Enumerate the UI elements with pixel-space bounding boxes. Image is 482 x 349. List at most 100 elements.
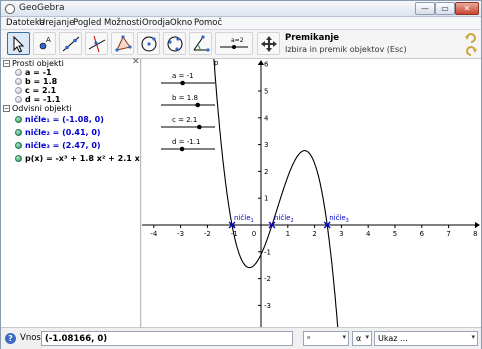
visibility-dot-icon[interactable]: [15, 96, 22, 103]
graphics-canvas[interactable]: -4-3-2-1012345678654321-1-2-3-4-5a = -1b…: [142, 43, 481, 347]
dependent-objects-header: Odvisni objekti: [12, 104, 72, 113]
x-tick-label: 8: [473, 230, 477, 238]
cursor-arrow-icon: [13, 35, 25, 53]
undo-icon[interactable]: [465, 32, 477, 43]
geogebra-window: GeoGebra — ▭ ✕ Datoteka Urejanje Pogled …: [0, 0, 482, 349]
visibility-dot-icon[interactable]: [15, 87, 22, 94]
move-graphics-icon: [261, 36, 277, 52]
free-objects-group[interactable]: − Prosti objekti: [3, 59, 64, 68]
x-tick-label: 5: [393, 230, 397, 238]
x-tick-label: 3: [339, 230, 343, 238]
algebra-item-nicle2[interactable]: ničle₂ = (0.41, 0): [15, 128, 101, 137]
y-tick-label: -3: [264, 302, 271, 310]
slider-knob[interactable]: [179, 146, 185, 152]
line-tool-button[interactable]: [59, 32, 82, 55]
x-tick-label: -2: [204, 230, 211, 238]
algebra-view: ✕ − Prosti objekti a = -1 b = 1.8 c = 2.1…: [1, 57, 163, 327]
slider-knob[interactable]: [195, 102, 201, 108]
toolbar: A a=2 Premikanje Izbira in premik objekt…: [1, 30, 481, 59]
free-objects-header: Prosti objekti: [12, 59, 64, 68]
close-button[interactable]: ✕: [455, 2, 479, 15]
circle-icon: [141, 36, 157, 52]
y-tick-label: 4: [264, 114, 269, 122]
algebra-item-a[interactable]: a = -1: [15, 68, 52, 77]
root-label-subscript: 1: [251, 218, 254, 224]
symbol-dropdown[interactable]: ᵃ ▾: [303, 331, 349, 346]
algebra-item-c[interactable]: c = 2.1: [15, 86, 56, 95]
y-tick-label: 3: [264, 141, 268, 149]
algebra-item-d[interactable]: d = -1.1: [15, 95, 61, 104]
algebra-item-nicle1[interactable]: ničle₁ = (-1.08, 0): [15, 115, 104, 124]
svg-text:A: A: [46, 36, 51, 44]
y-tick-label: 6: [264, 61, 269, 69]
visibility-dot-icon[interactable]: [15, 78, 22, 85]
command-dropdown[interactable]: Ukaz ... ▾: [374, 331, 478, 346]
menu-orodja[interactable]: Orodja: [142, 18, 170, 28]
slider-knob[interactable]: [180, 80, 185, 86]
y-tick-label: 1: [264, 195, 268, 203]
redo-icon[interactable]: [465, 45, 477, 56]
x-tick-label: 4: [366, 230, 371, 238]
maximize-button[interactable]: ▭: [435, 2, 455, 15]
menu-bar: Datoteka Urejanje Pogled Možnosti Orodja…: [1, 17, 481, 30]
x-tick-label: 0: [252, 230, 256, 238]
slider-tool-button[interactable]: a=2: [215, 32, 253, 55]
visibility-dot-icon[interactable]: [15, 69, 22, 76]
algebra-item-b[interactable]: b = 1.8: [15, 77, 57, 86]
menu-pogled[interactable]: Pogled: [73, 18, 101, 28]
algebra-item-nicle3[interactable]: ničle₃ = (2.47, 0): [15, 141, 101, 150]
algebra-item-function-p[interactable]: p(x) = -x³ + 1.8 x² + 2.1 x - 1.1: [15, 154, 163, 163]
graphics-view[interactable]: -4-3-2-1012345678654321-1-2-3-4-5a = -1b…: [142, 43, 481, 347]
menu-pomoc[interactable]: Pomoč: [194, 18, 222, 28]
point-icon: A: [39, 36, 51, 50]
visibility-dot-icon[interactable]: [15, 116, 22, 123]
x-tick-label: -3: [177, 230, 184, 238]
polygon-icon: [115, 35, 132, 52]
function-curve[interactable]: [212, 43, 340, 347]
angle-tool-button[interactable]: [189, 32, 212, 55]
visibility-dot-icon[interactable]: [15, 155, 22, 162]
close-algebra-view-icon[interactable]: ✕: [132, 57, 140, 67]
polygon-tool-button[interactable]: [111, 32, 134, 55]
minimize-button[interactable]: —: [415, 2, 435, 15]
chevron-down-icon: ▾: [471, 333, 475, 341]
y-tick-label: -2: [264, 275, 271, 283]
x-tick-label: 1: [286, 230, 290, 238]
menu-urejanje[interactable]: Urejanje: [39, 18, 74, 28]
collapse-toggle-icon[interactable]: −: [3, 60, 10, 67]
menu-moznosti[interactable]: Možnosti: [104, 18, 142, 28]
dependent-objects-group[interactable]: − Odvisni objekti: [3, 104, 71, 113]
visibility-dot-icon[interactable]: [15, 129, 22, 136]
menu-okno[interactable]: Okno: [170, 18, 192, 28]
y-tick-label: 2: [264, 168, 268, 176]
slider-label: a = -1: [172, 72, 194, 80]
circle-tool-button[interactable]: [137, 32, 160, 55]
chevron-down-icon: ▾: [365, 333, 369, 341]
root-label-subscript: 2: [290, 218, 293, 224]
input-help-icon[interactable]: ?: [5, 333, 16, 344]
x-tick-label: -4: [150, 230, 158, 238]
title-bar: GeoGebra — ▭ ✕: [1, 1, 481, 17]
y-tick-label: -1: [264, 248, 271, 256]
perpendicular-line-icon: [88, 35, 106, 53]
move-graphics-tool-button[interactable]: [257, 32, 280, 55]
tool-help: Premikanje Izbira in premik objektov (Es…: [285, 33, 407, 54]
geogebra-logo-icon: [5, 4, 15, 14]
visibility-dot-icon[interactable]: [15, 142, 22, 149]
input-field[interactable]: (-1.08166, 0): [41, 331, 293, 346]
chevron-down-icon: ▾: [342, 333, 346, 341]
x-tick-label: 7: [446, 230, 450, 238]
svg-text:a=2: a=2: [231, 37, 244, 44]
collapse-toggle-icon[interactable]: −: [3, 105, 10, 112]
perpendicular-line-tool-button[interactable]: [85, 32, 108, 55]
root-label: ničle3: [329, 214, 349, 224]
conic-tool-button[interactable]: [163, 32, 186, 55]
y-tick-label: 5: [264, 88, 268, 96]
move-tool-button[interactable]: [7, 32, 30, 55]
tool-help-name: Premikanje: [285, 33, 340, 43]
x-tick-label: 2: [312, 230, 316, 238]
slider-knob[interactable]: [197, 124, 202, 130]
slider-icon: a=2: [220, 37, 248, 49]
point-tool-button[interactable]: A: [33, 32, 56, 55]
greek-letter-dropdown[interactable]: α ▾: [352, 331, 372, 346]
